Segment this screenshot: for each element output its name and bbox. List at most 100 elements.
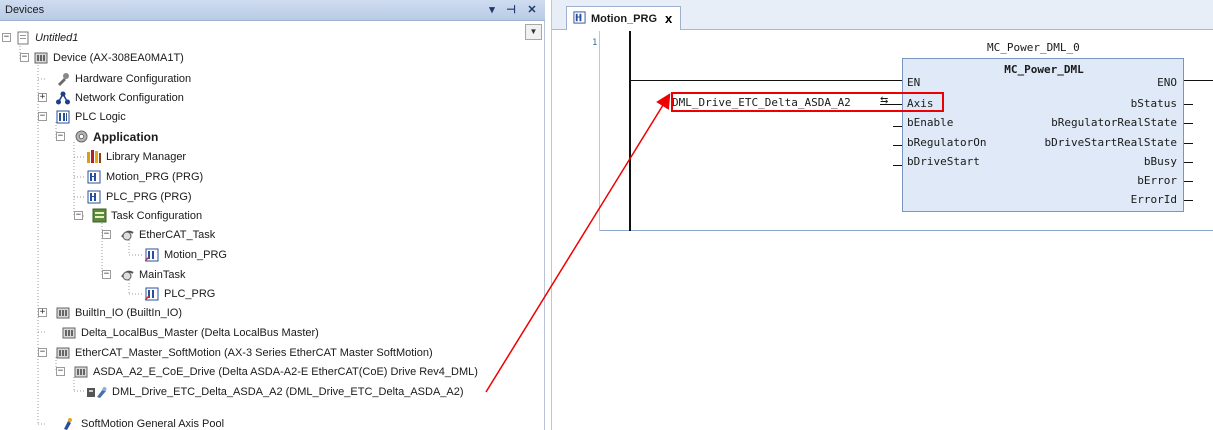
pin-icon[interactable]: ⊣	[503, 2, 519, 18]
tree-item-library-manager[interactable]: Library Manager	[86, 147, 186, 166]
tree-item-main-task[interactable]: − MainTask	[102, 265, 186, 284]
device-icon	[33, 50, 49, 66]
tree-item-ethercat-master[interactable]: − EtherCAT_Master_SoftMotion (AX-3 Serie…	[38, 343, 433, 362]
input-stub	[893, 165, 902, 166]
network-config-icon	[55, 90, 71, 106]
tree-item-label: Motion_PRG (PRG)	[106, 170, 204, 183]
close-icon[interactable]: ✕	[524, 2, 540, 18]
line-number-gutter: 1	[552, 31, 600, 231]
tree-item-plc-prg[interactable]: PLC_PRG (PRG)	[86, 187, 192, 206]
output-pin-bdrivestartrealstate[interactable]: bDriveStartRealState	[1045, 136, 1177, 149]
tree-item-asda-drive[interactable]: − ASDA_A2_E_CoE_Drive (Delta ASDA-A2-E E…	[56, 362, 478, 381]
tree-scroll-dropdown-button[interactable]: ▼	[525, 24, 542, 40]
collapse-icon[interactable]: −	[56, 132, 65, 141]
tree-item-label: PLC_PRG (PRG)	[106, 190, 192, 203]
tree-item-label: Delta_LocalBus_Master (Delta LocalBus Ma…	[81, 326, 319, 339]
input-pin-bregulatoron[interactable]: bRegulatorOn	[907, 136, 986, 149]
input-pin-bdrivestart[interactable]: bDriveStart	[907, 155, 980, 168]
collapse-icon[interactable]: −	[102, 230, 111, 239]
library-manager-icon	[86, 149, 102, 165]
tree-item-application[interactable]: − Application	[56, 127, 159, 146]
program-icon	[573, 10, 586, 27]
output-pin-berror[interactable]: bError	[1137, 174, 1177, 187]
tree-item-label: SoftMotion General Axis Pool	[81, 417, 225, 430]
line-number: 1	[592, 38, 598, 48]
tree-item-motion-prg-call[interactable]: Motion_PRG	[144, 245, 227, 264]
tree-item-localbus-master[interactable]: Delta_LocalBus_Master (Delta LocalBus Ma…	[61, 323, 319, 342]
tree-item-ethercat-task[interactable]: − EtherCAT_Task	[102, 225, 216, 244]
tree-item-axis-pool[interactable]: SoftMotion General Axis Pool	[61, 414, 224, 430]
output-stub	[1184, 200, 1193, 201]
ladder-editor-area[interactable]: 1 ⇆ MC_Power_DML_0 MC_Power_DML EN Axis …	[552, 31, 1213, 231]
program-call-icon	[144, 247, 160, 263]
output-stub	[1184, 123, 1193, 124]
expand-icon[interactable]: +	[38, 93, 47, 102]
program-icon	[86, 189, 102, 205]
tree-item-label: ASDA_A2_E_CoE_Drive (Delta ASDA-A2-E Eth…	[93, 365, 478, 378]
output-pin-errorid[interactable]: ErrorId	[1131, 193, 1177, 206]
output-pin-bregulatorrealstate[interactable]: bRegulatorRealState	[1051, 116, 1177, 129]
module-icon	[55, 345, 71, 361]
editor-panel: Motion_PRG x 1 ⇆ MC_Power_DML_0 MC_Power…	[551, 0, 1213, 430]
plc-logic-icon	[55, 109, 71, 125]
tree-item-task-configuration[interactable]: − Task Configuration	[74, 206, 203, 225]
tree-item-label: Motion_PRG	[164, 248, 227, 261]
module-icon	[55, 305, 71, 321]
application-gear-icon	[73, 129, 89, 145]
highlight-box	[671, 92, 944, 112]
program-icon	[86, 169, 102, 185]
output-pin-eno: ENO	[1157, 76, 1177, 89]
en-wire	[631, 80, 902, 81]
tree-item-label: Network Configuration	[75, 91, 184, 104]
expand-icon[interactable]: +	[38, 308, 47, 317]
tree-item-plc-logic[interactable]: − PLC Logic	[38, 107, 126, 126]
fb-type-name: MC_Power_DML	[1004, 63, 1084, 76]
tree-item-dml-drive-axis[interactable]: DML_Drive_ETC_Delta_ASDA_A2 (DML_Drive_E…	[86, 382, 464, 401]
output-stub	[1184, 104, 1193, 105]
project-icon	[15, 30, 31, 46]
devices-panel-title: Devices	[5, 4, 45, 16]
left-power-rail	[629, 31, 631, 231]
close-icon[interactable]: x	[665, 11, 672, 26]
tree-item-label: Untitled1	[35, 31, 79, 44]
output-pin-bbusy[interactable]: bBusy	[1144, 155, 1177, 168]
tree-item-label: Hardware Configuration	[75, 72, 192, 85]
collapse-icon[interactable]: −	[38, 112, 47, 121]
output-stub	[1184, 143, 1193, 144]
tab-motion-prg[interactable]: Motion_PRG x	[566, 6, 682, 30]
editor-tab-strip: Motion_PRG x	[552, 0, 1213, 30]
input-pin-benable[interactable]: bEnable	[907, 116, 953, 129]
collapse-icon[interactable]: −	[20, 53, 29, 62]
fb-instance-name[interactable]: MC_Power_DML_0	[987, 41, 1080, 54]
devices-panel-header: Devices ▾ ⊣ ✕	[0, 0, 545, 21]
task-icon	[119, 267, 135, 283]
collapse-icon[interactable]: −	[2, 33, 11, 42]
collapse-icon[interactable]: −	[56, 367, 65, 376]
task-config-icon	[91, 208, 107, 224]
input-stub	[893, 145, 902, 146]
tree-item-motion-prg[interactable]: Motion_PRG (PRG)	[86, 167, 203, 186]
tree-item-project[interactable]: − Untitled1	[2, 28, 79, 47]
dropdown-arrow-icon[interactable]: ▾	[484, 2, 500, 18]
module-icon	[73, 364, 89, 380]
output-pin-bstatus[interactable]: bStatus	[1131, 97, 1177, 110]
tree-item-builtin-io[interactable]: + BuiltIn_IO (BuiltIn_IO)	[38, 303, 182, 322]
output-stub	[1184, 181, 1193, 182]
tree-item-device[interactable]: − Device (AX-308EA0MA1T)	[20, 48, 184, 67]
tree-item-plc-prg-call[interactable]: PLC_PRG	[144, 284, 215, 303]
input-stub	[893, 126, 902, 127]
tree-item-label: MainTask	[139, 268, 186, 281]
axis-pool-icon	[61, 416, 77, 430]
tree-item-network-configuration[interactable]: + Network Configuration	[38, 88, 184, 107]
tree-item-label: Application	[93, 129, 159, 144]
tree-item-label: EtherCAT_Task	[139, 228, 216, 241]
tree-item-label: Task Configuration	[111, 209, 203, 222]
tree-item-label: PLC Logic	[75, 110, 126, 123]
collapse-icon[interactable]: −	[38, 348, 47, 357]
tree-item-label: BuiltIn_IO (BuiltIn_IO)	[75, 306, 182, 319]
tree-item-label: EtherCAT_Master_SoftMotion (AX-3 Series …	[75, 346, 433, 359]
function-block-mc-power-dml[interactable]: MC_Power_DML EN Axis bEnable bRegulatorO…	[902, 58, 1184, 212]
tree-item-hardware-configuration[interactable]: Hardware Configuration	[55, 69, 191, 88]
collapse-icon[interactable]: −	[102, 270, 111, 279]
collapse-icon[interactable]: −	[74, 211, 83, 220]
